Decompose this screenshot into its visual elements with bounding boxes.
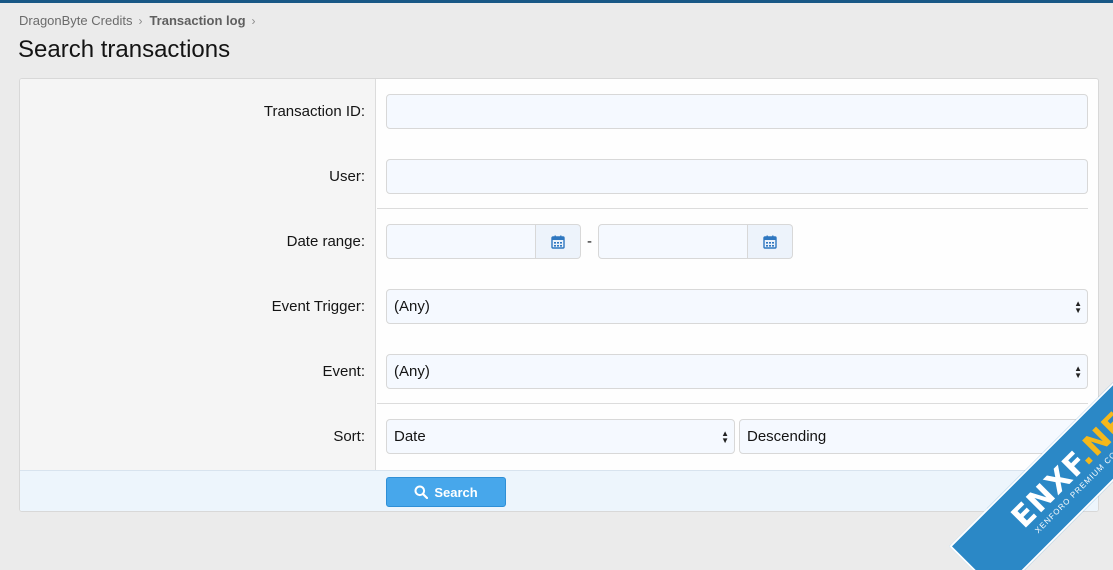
top-accent-bar: [0, 0, 1113, 3]
section-divider: [377, 403, 1088, 404]
sort-label: Sort:: [333, 428, 365, 445]
breadcrumb-separator: ›: [251, 13, 256, 28]
search-form: Transaction ID: User: Date range: - Even…: [19, 78, 1099, 512]
sort-field-selected-value: Date: [394, 428, 426, 445]
event-trigger-select[interactable]: (Any) ▲ ▼: [386, 289, 1088, 324]
breadcrumb-link-dragonbyte-credits[interactable]: DragonByte Credits: [19, 13, 132, 28]
search-button-label: Search: [434, 484, 478, 500]
event-trigger-selected-value: (Any): [394, 298, 430, 315]
sort-order-select[interactable]: Descending: [739, 419, 1088, 454]
date-range-label: Date range:: [286, 233, 365, 250]
breadcrumb-separator: ›: [138, 13, 143, 28]
select-arrows-icon: ▲ ▼: [721, 428, 729, 445]
date-end-input[interactable]: [598, 224, 748, 259]
user-input[interactable]: [386, 159, 1088, 194]
calendar-icon: [551, 235, 565, 249]
event-label: Event:: [322, 363, 365, 380]
section-divider: [377, 208, 1088, 209]
search-icon: [414, 485, 429, 499]
breadcrumb-link-transaction-log[interactable]: Transaction log: [149, 13, 245, 28]
date-end-picker-button[interactable]: [748, 224, 793, 259]
sort-field-select[interactable]: Date ▲ ▼: [386, 419, 735, 454]
transaction-id-input[interactable]: [386, 94, 1088, 129]
form-label-column: [20, 79, 376, 470]
select-arrows-icon: ▲ ▼: [1074, 363, 1082, 380]
event-select[interactable]: (Any) ▲ ▼: [386, 354, 1088, 389]
search-button[interactable]: Search: [386, 477, 506, 507]
transaction-id-label: Transaction ID:: [263, 103, 365, 120]
date-range-end: [598, 224, 793, 259]
event-trigger-label: Event Trigger:: [271, 298, 365, 315]
select-arrows-icon: ▲ ▼: [1074, 298, 1082, 315]
user-label: User:: [329, 168, 365, 185]
date-range-separator: -: [587, 233, 592, 250]
form-submit-row: Search: [20, 470, 1098, 511]
calendar-icon: [763, 235, 777, 249]
date-start-input[interactable]: [386, 224, 536, 259]
event-selected-value: (Any): [394, 363, 430, 380]
date-range-start: [386, 224, 581, 259]
date-start-picker-button[interactable]: [536, 224, 581, 259]
page-title: Search transactions: [18, 36, 231, 63]
sort-order-selected-value: Descending: [747, 428, 827, 445]
breadcrumb: DragonByte Credits › Transaction log ›: [19, 13, 263, 28]
